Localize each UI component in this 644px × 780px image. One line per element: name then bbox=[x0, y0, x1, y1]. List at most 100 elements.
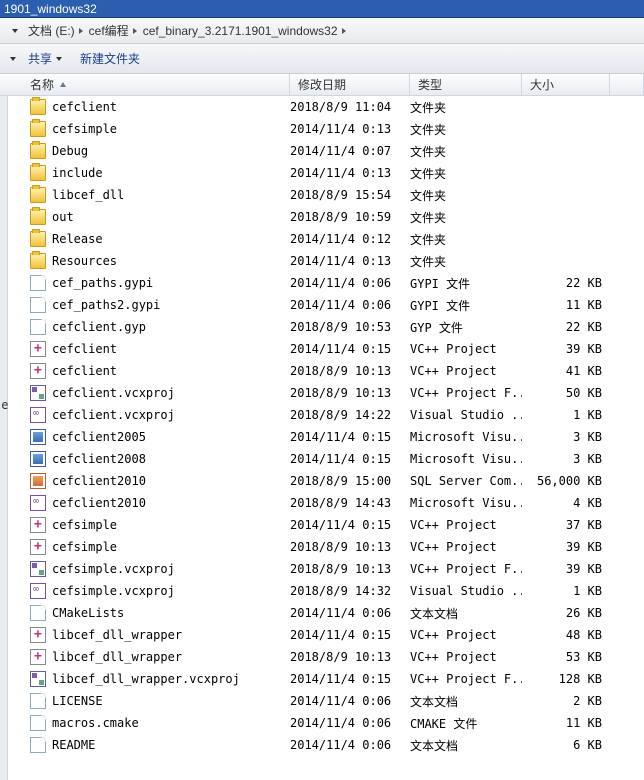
file-row[interactable]: Resources2014/11/4 0:13文件夹 bbox=[0, 250, 644, 272]
vcproj-plus-icon bbox=[30, 517, 46, 533]
file-row[interactable]: Debug2014/11/4 0:07文件夹 bbox=[0, 140, 644, 162]
file-name: cefclient.vcxproj bbox=[52, 408, 175, 422]
file-name-cell[interactable]: cefsimple bbox=[0, 514, 290, 536]
file-icon bbox=[30, 693, 46, 709]
file-list: cefclient2018/8/9 11:04文件夹cefsimple2014/… bbox=[0, 96, 644, 756]
file-name-cell[interactable]: cef_paths2.gypi bbox=[0, 294, 290, 316]
file-row[interactable]: README2014/11/4 0:06文本文档6 KB bbox=[0, 734, 644, 756]
file-name-cell[interactable]: cefclient bbox=[0, 338, 290, 360]
file-name-cell[interactable]: cefsimple.vcxproj bbox=[0, 558, 290, 580]
column-header-size[interactable]: 大小 bbox=[522, 74, 610, 95]
breadcrumb-back-dropdown[interactable] bbox=[4, 21, 26, 41]
file-row[interactable]: cefclient.vcxproj2018/8/9 14:22Visual St… bbox=[0, 404, 644, 426]
column-header-date[interactable]: 修改日期 bbox=[290, 74, 410, 95]
share-button[interactable]: 共享 bbox=[22, 48, 74, 70]
file-size-cell bbox=[522, 250, 606, 272]
file-type-cell: 文件夹 bbox=[410, 118, 522, 140]
file-row[interactable]: libcef_dll2018/8/9 15:54文件夹 bbox=[0, 184, 644, 206]
file-row[interactable]: cefclient2018/8/9 10:13VC++ Project41 KB bbox=[0, 360, 644, 382]
file-row[interactable]: cefclient2014/11/4 0:15VC++ Project39 KB bbox=[0, 338, 644, 360]
file-row[interactable]: libcef_dll_wrapper2014/11/4 0:15VC++ Pro… bbox=[0, 624, 644, 646]
file-name-cell[interactable]: cefclient2010 bbox=[0, 492, 290, 514]
file-name-cell[interactable]: libcef_dll_wrapper.vcxproj bbox=[0, 668, 290, 690]
vcproj-plus-icon bbox=[30, 649, 46, 665]
file-row[interactable]: cefsimple2014/11/4 0:15VC++ Project37 KB bbox=[0, 514, 644, 536]
file-date-cell: 2014/11/4 0:13 bbox=[290, 162, 410, 184]
file-row[interactable]: macros.cmake2014/11/4 0:06CMAKE 文件11 KB bbox=[0, 712, 644, 734]
file-name-cell[interactable]: cefclient bbox=[0, 360, 290, 382]
file-row[interactable]: cefsimple.vcxproj2018/8/9 14:32Visual St… bbox=[0, 580, 644, 602]
file-size-cell: 3 KB bbox=[522, 448, 606, 470]
file-row[interactable]: cefclient20052014/11/4 0:15Microsoft Vis… bbox=[0, 426, 644, 448]
file-name: include bbox=[52, 166, 103, 180]
column-header-type[interactable]: 类型 bbox=[410, 74, 522, 95]
file-row[interactable]: cef_paths2.gypi2014/11/4 0:06GYPI 文件11 K… bbox=[0, 294, 644, 316]
file-row[interactable]: libcef_dll_wrapper.vcxproj2014/11/4 0:15… bbox=[0, 668, 644, 690]
file-row[interactable]: LICENSE2014/11/4 0:06文本文档2 KB bbox=[0, 690, 644, 712]
file-name-cell[interactable]: cefsimple bbox=[0, 536, 290, 558]
file-row[interactable]: cefclient2018/8/9 11:04文件夹 bbox=[0, 96, 644, 118]
breadcrumb-item-0[interactable]: 文档 (E:) bbox=[26, 21, 77, 41]
folder-icon bbox=[30, 209, 46, 225]
file-row[interactable]: cefclient20102018/8/9 14:43Microsoft Vis… bbox=[0, 492, 644, 514]
organize-dropdown-icon[interactable] bbox=[10, 57, 16, 61]
file-size-cell bbox=[522, 96, 606, 118]
new-folder-button[interactable]: 新建文件夹 bbox=[74, 48, 146, 70]
file-row[interactable]: cefclient.vcxproj2018/8/9 10:13VC++ Proj… bbox=[0, 382, 644, 404]
file-name-cell[interactable]: README bbox=[0, 734, 290, 756]
file-name-cell[interactable]: cefsimple.vcxproj bbox=[0, 580, 290, 602]
file-name-cell[interactable]: Resources bbox=[0, 250, 290, 272]
column-header-name[interactable]: 名称 bbox=[0, 74, 290, 95]
file-name-cell[interactable]: libcef_dll_wrapper bbox=[0, 646, 290, 668]
file-name-cell[interactable]: cefclient bbox=[0, 96, 290, 118]
file-name: libcef_dll bbox=[52, 188, 124, 202]
file-icon bbox=[30, 275, 46, 291]
breadcrumb[interactable]: 文档 (E:) cef编程 cef_binary_3.2171.1901_win… bbox=[0, 18, 644, 44]
file-name-cell[interactable]: cef_paths.gypi bbox=[0, 272, 290, 294]
file-row[interactable]: libcef_dll_wrapper2018/8/9 10:13VC++ Pro… bbox=[0, 646, 644, 668]
file-name-cell[interactable]: cefclient.vcxproj bbox=[0, 382, 290, 404]
file-row[interactable]: include2014/11/4 0:13文件夹 bbox=[0, 162, 644, 184]
column-header-tail[interactable] bbox=[610, 74, 644, 95]
file-size-cell: 39 KB bbox=[522, 536, 606, 558]
file-name-cell[interactable]: include bbox=[0, 162, 290, 184]
file-name-cell[interactable]: cefclient.vcxproj bbox=[0, 404, 290, 426]
file-size-cell: 56,000 KB bbox=[522, 470, 606, 492]
file-name-cell[interactable]: libcef_dll bbox=[0, 184, 290, 206]
breadcrumb-item-2[interactable]: cef_binary_3.2171.1901_windows32 bbox=[141, 21, 340, 41]
left-pane-fragment: le bbox=[0, 96, 8, 780]
file-row[interactable]: cefclient20102018/8/9 15:00SQL Server Co… bbox=[0, 470, 644, 492]
file-icon bbox=[30, 605, 46, 621]
file-name-cell[interactable]: LICENSE bbox=[0, 690, 290, 712]
file-size-cell: 48 KB bbox=[522, 624, 606, 646]
file-row[interactable]: cefsimple2018/8/9 10:13VC++ Project39 KB bbox=[0, 536, 644, 558]
file-name-cell[interactable]: Debug bbox=[0, 140, 290, 162]
file-row[interactable]: cefsimple2014/11/4 0:13文件夹 bbox=[0, 118, 644, 140]
file-name-cell[interactable]: macros.cmake bbox=[0, 712, 290, 734]
file-row[interactable]: cefclient20082014/11/4 0:15Microsoft Vis… bbox=[0, 448, 644, 470]
file-type-cell: GYP 文件 bbox=[410, 316, 522, 338]
file-row[interactable]: out2018/8/9 10:59文件夹 bbox=[0, 206, 644, 228]
file-name-cell[interactable]: cefclient.gyp bbox=[0, 316, 290, 338]
file-type-cell: 文件夹 bbox=[410, 96, 522, 118]
file-name-cell[interactable]: out bbox=[0, 206, 290, 228]
folder-icon bbox=[30, 121, 46, 137]
file-row[interactable]: Release2014/11/4 0:12文件夹 bbox=[0, 228, 644, 250]
file-name: Debug bbox=[52, 144, 88, 158]
breadcrumb-item-1[interactable]: cef编程 bbox=[87, 21, 131, 41]
file-row[interactable]: CMakeLists2014/11/4 0:06文本文档26 KB bbox=[0, 602, 644, 624]
file-row[interactable]: cef_paths.gypi2014/11/4 0:06GYPI 文件22 KB bbox=[0, 272, 644, 294]
file-name-cell[interactable]: libcef_dll_wrapper bbox=[0, 624, 290, 646]
file-name-cell[interactable]: cefclient2008 bbox=[0, 448, 290, 470]
file-size-cell: 22 KB bbox=[522, 316, 606, 338]
file-name-cell[interactable]: cefclient2010 bbox=[0, 470, 290, 492]
file-date-cell: 2018/8/9 15:54 bbox=[290, 184, 410, 206]
file-name-cell[interactable]: Release bbox=[0, 228, 290, 250]
sql-icon bbox=[30, 473, 46, 489]
file-name-cell[interactable]: CMakeLists bbox=[0, 602, 290, 624]
file-row[interactable]: cefsimple.vcxproj2018/8/9 10:13VC++ Proj… bbox=[0, 558, 644, 580]
file-name-cell[interactable]: cefclient2005 bbox=[0, 426, 290, 448]
file-row[interactable]: cefclient.gyp2018/8/9 10:53GYP 文件22 KB bbox=[0, 316, 644, 338]
file-name-cell[interactable]: cefsimple bbox=[0, 118, 290, 140]
file-size-cell: 53 KB bbox=[522, 646, 606, 668]
